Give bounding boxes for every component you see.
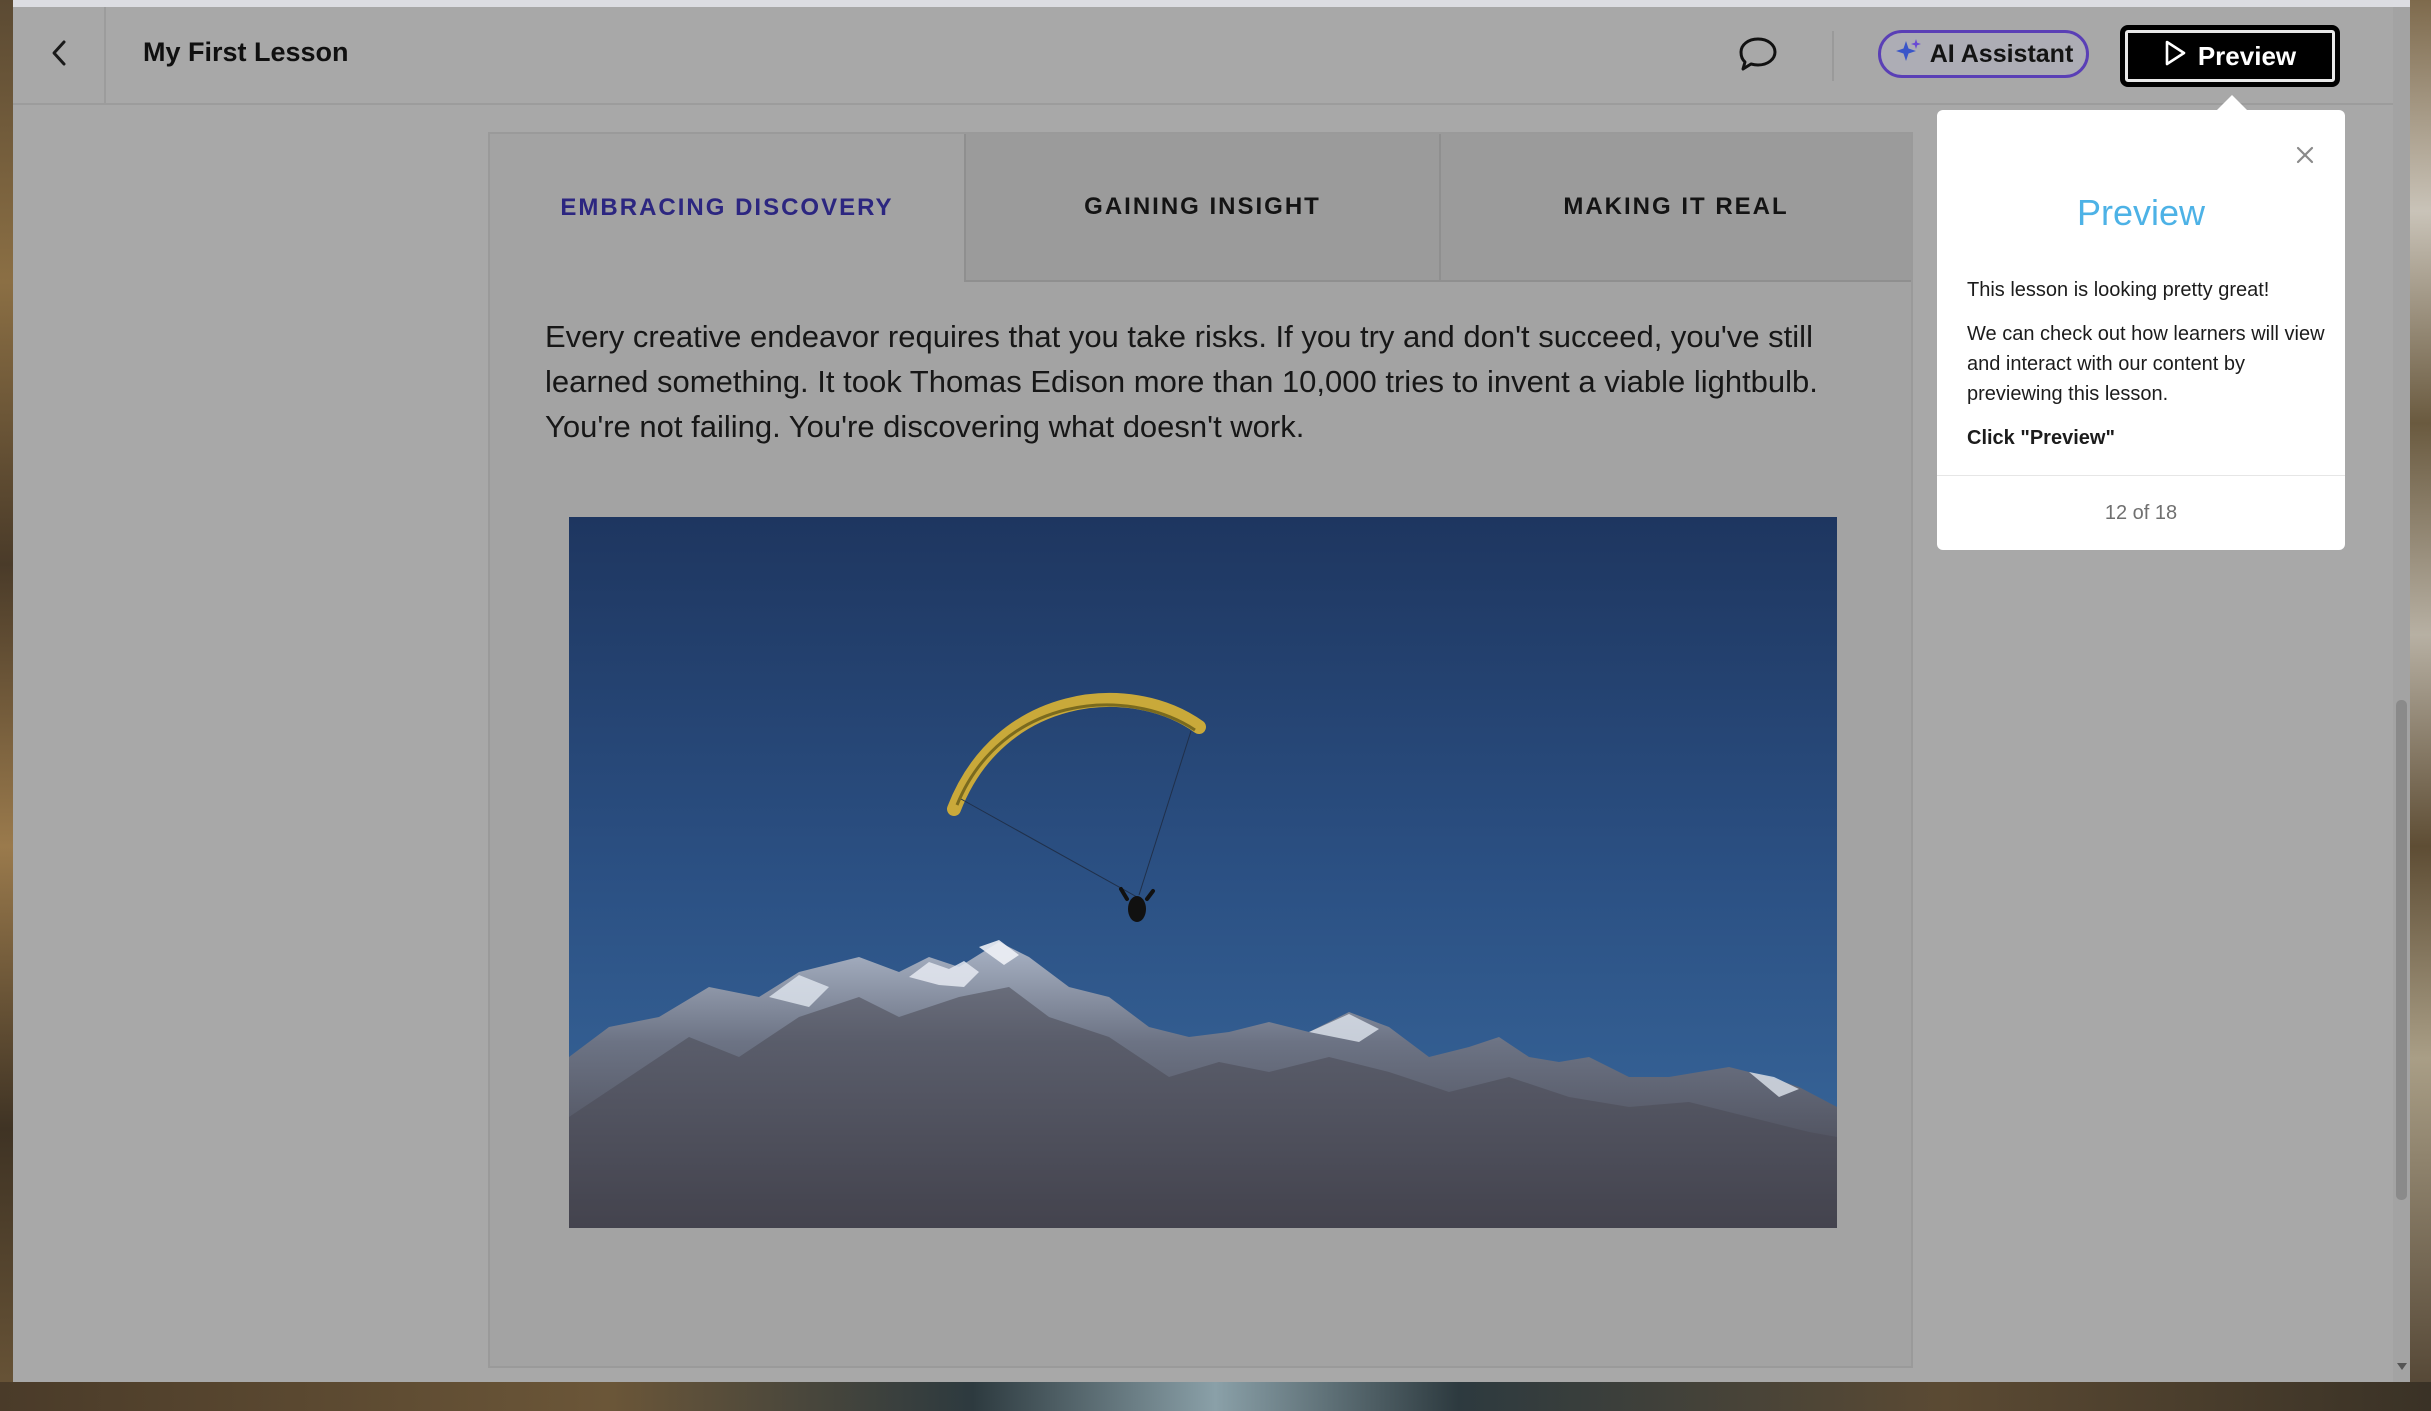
lesson-card: EMBRACING DISCOVERY GAINING INSIGHT MAKI… (488, 132, 1913, 1368)
tooltip-close-button[interactable] (2290, 142, 2320, 172)
tooltip-paragraph: We can check out how learners will view … (1967, 323, 2325, 405)
chevron-left-icon (50, 39, 68, 72)
scrollbar-thumb[interactable] (2396, 700, 2407, 1200)
header-divider (1832, 31, 1834, 81)
window-top-edge (13, 0, 2410, 7)
back-button[interactable] (13, 7, 106, 103)
ai-assistant-label: AI Assistant (1929, 39, 2074, 68)
tooltip-title: Preview (2076, 192, 2206, 233)
preview-button-label: Preview (2197, 40, 2297, 71)
tooltip-step-counter: 12 of 18 (1937, 475, 2345, 551)
onboarding-tooltip: Preview This lesson is looking pretty gr… (1937, 110, 2345, 550)
page-title: My First Lesson (143, 37, 349, 67)
comment-button[interactable] (1733, 31, 1783, 81)
tab-making-it-real[interactable]: MAKING IT REAL (1439, 134, 1911, 282)
lesson-body-text: Every creative endeavor requires that yo… (545, 319, 1818, 444)
tab-bar: EMBRACING DISCOVERY GAINING INSIGHT MAKI… (490, 134, 1911, 282)
close-icon (2295, 145, 2315, 170)
desktop-wallpaper-right (2410, 0, 2431, 1411)
preview-button[interactable]: Preview (2120, 25, 2340, 87)
tooltip-arrow (2216, 95, 2248, 111)
play-icon (2164, 40, 2186, 73)
desktop-wallpaper-bottom (0, 1382, 2431, 1411)
ai-assistant-button[interactable]: AI Assistant (1878, 30, 2089, 78)
tab-embracing-discovery[interactable]: EMBRACING DISCOVERY (490, 134, 964, 282)
tooltip-body: This lesson is looking pretty great! We … (1967, 275, 2327, 467)
tooltip-call-to-action: Click "Preview" (1967, 427, 2115, 449)
desktop-wallpaper-left (0, 0, 13, 1411)
tooltip-paragraph: This lesson is looking pretty great! (1967, 279, 2270, 301)
lesson-header: My First Lesson AI Assistant Preview (13, 7, 2410, 105)
scroll-down-arrow[interactable] (2396, 1360, 2407, 1374)
comment-icon (1737, 35, 1779, 78)
paraglider-mountain-image (569, 517, 1837, 1228)
sparkle-icon (1894, 37, 1922, 72)
tab-gaining-insight[interactable]: GAINING INSIGHT (964, 134, 1439, 282)
